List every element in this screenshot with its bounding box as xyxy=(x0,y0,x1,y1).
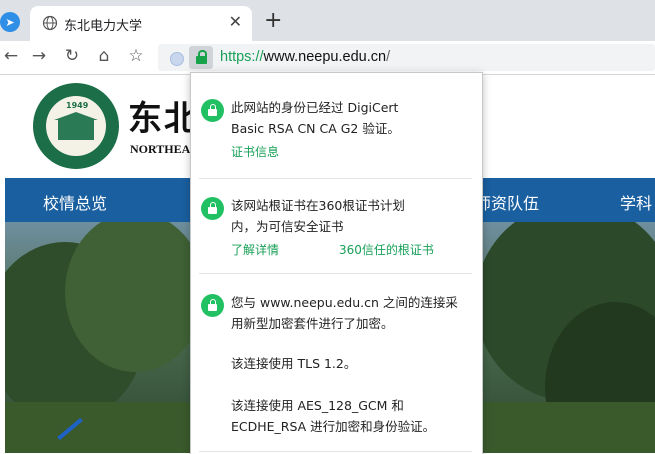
reload-button[interactable]: ↻ xyxy=(61,45,83,67)
tab-close-icon[interactable]: ✕ xyxy=(229,12,242,31)
site-logo-english: NORTHEAS xyxy=(130,142,197,156)
shield-icon[interactable] xyxy=(170,52,184,66)
nav-item-overview[interactable]: 校情总览 xyxy=(43,190,107,214)
bookmark-star-icon[interactable]: ☆ xyxy=(125,45,147,67)
connection-text-line1: 您与 www.neepu.edu.cn 之间的连接采 xyxy=(231,295,458,310)
url-host: www.neepu.edu.cn xyxy=(263,49,387,65)
tls-version-text: 该连接使用 TLS 1.2。 xyxy=(231,356,357,371)
tab-strip: ➤ 东北电力大学 ✕ + xyxy=(0,0,655,41)
cipher-text-line1: 该连接使用 AES_128_GCM 和 xyxy=(231,398,404,413)
divider xyxy=(199,451,472,452)
identity-text-line1: 此网站的身份已经过 DigiCert xyxy=(231,100,399,115)
tab-neepu[interactable]: 东北电力大学 ✕ xyxy=(30,6,252,41)
divider xyxy=(199,178,472,179)
cipher-text-line2: ECDHE_RSA 进行加密和身份验证。 xyxy=(231,419,436,434)
identity-text-line2: Basic RSA CN CA G2 验证。 xyxy=(231,121,400,136)
nav-item-discipline[interactable]: 学科 xyxy=(620,190,652,214)
university-seal-logo[interactable]: 1949 xyxy=(33,83,119,169)
certificate-info-link[interactable]: 证书信息 xyxy=(231,143,279,160)
forward-button[interactable]: → xyxy=(28,45,50,67)
address-url[interactable]: https://www.neepu.edu.cn/ xyxy=(220,49,390,65)
root-cert-text-line1: 该网站根证书在360根证书计划 xyxy=(231,198,405,213)
lock-icon xyxy=(201,197,224,220)
globe-icon xyxy=(42,15,58,31)
new-tab-button[interactable]: + xyxy=(264,8,282,33)
site-security-popup: 此网站的身份已经过 DigiCert Basic RSA CN CA G2 验证… xyxy=(190,72,483,454)
browser-logo-icon[interactable]: ➤ xyxy=(0,12,20,32)
tab-title: 东北电力大学 xyxy=(64,18,143,33)
home-button[interactable]: ⌂ xyxy=(93,45,115,67)
browser-toolbar: ← → ↻ ⌂ ☆ https://www.neepu.edu.cn/ xyxy=(0,41,655,75)
lock-icon xyxy=(201,294,224,317)
url-path: / xyxy=(386,49,391,65)
security-lock-button[interactable] xyxy=(189,46,213,69)
url-scheme: https:// xyxy=(220,49,264,65)
divider xyxy=(199,273,472,274)
connection-text-line2: 用新型加密套件进行了加密。 xyxy=(231,316,394,331)
seal-year: 1949 xyxy=(66,101,89,110)
root-cert-text-line2: 内，为可信安全证书 xyxy=(231,219,344,234)
lock-icon xyxy=(201,99,224,122)
nav-item-faculty[interactable]: 师资队伍 xyxy=(475,190,539,214)
trusted-root-cert-link[interactable]: 360信任的根证书 xyxy=(339,241,434,258)
back-button[interactable]: ← xyxy=(0,45,22,67)
learn-more-link[interactable]: 了解详情 xyxy=(231,241,279,258)
address-bar[interactable]: https://www.neepu.edu.cn/ xyxy=(158,44,655,71)
